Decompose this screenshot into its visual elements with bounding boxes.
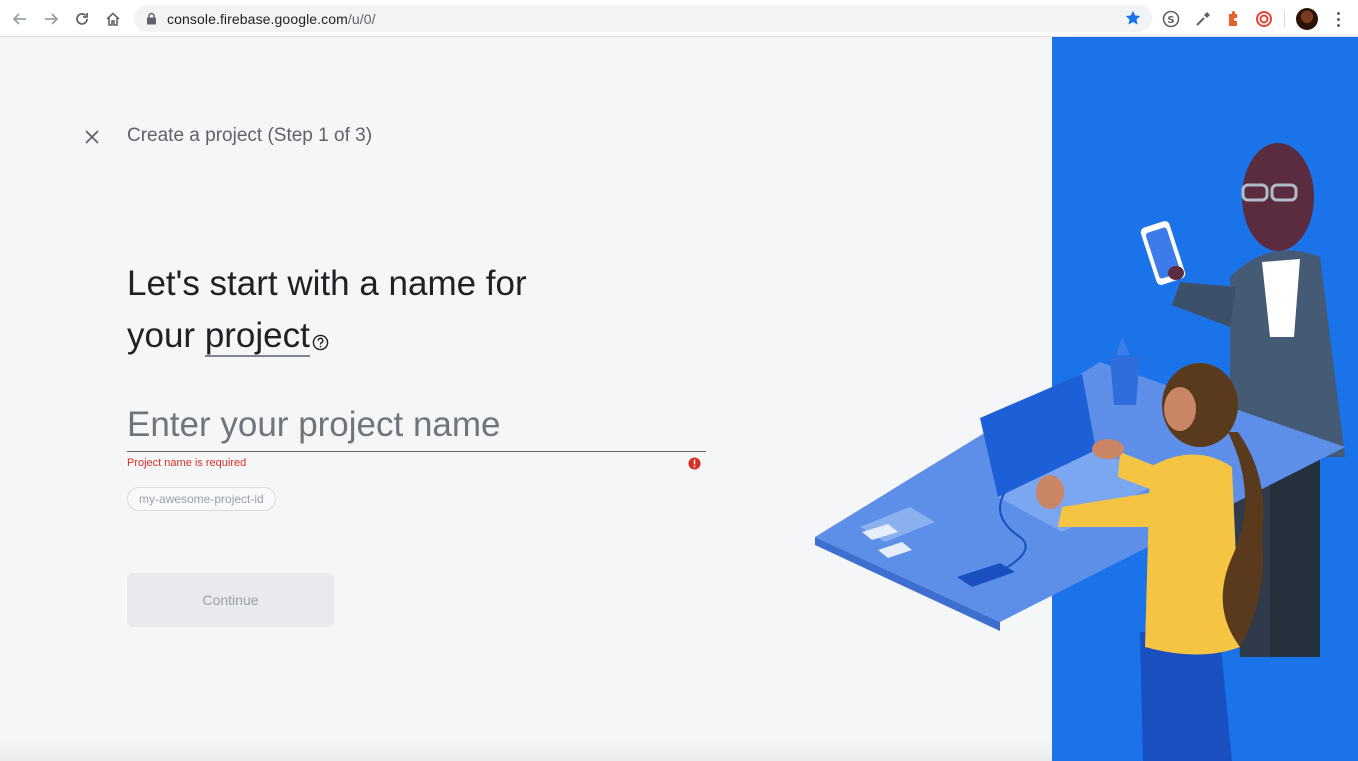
browser-menu-icon[interactable] — [1332, 8, 1344, 30]
error-message: Project name is required — [127, 457, 247, 469]
svg-text:S: S — [1167, 15, 1174, 26]
bookmark-star-icon[interactable] — [1124, 9, 1142, 32]
continue-button[interactable]: Continue — [127, 573, 334, 627]
close-icon[interactable] — [80, 125, 104, 149]
step-title: Create a project (Step 1 of 3) — [127, 125, 373, 146]
address-bar[interactable]: console.firebase.google.com/u/0/ — [134, 5, 1152, 32]
skype-extension-icon[interactable]: S — [1160, 8, 1182, 30]
project-id-chip[interactable]: my-awesome-project-id — [127, 487, 276, 511]
heading-line-2-prefix: your — [127, 316, 205, 355]
url-host: console.firebase.google.com — [167, 11, 348, 27]
help-icon[interactable] — [312, 314, 329, 366]
puzzle-extension-icon[interactable] — [1222, 8, 1244, 30]
browser-toolbar: console.firebase.google.com/u/0/ S — [0, 0, 1358, 37]
url-path: /u/0/ — [347, 11, 376, 27]
heading-line-1: Let's start with a name for — [127, 264, 527, 303]
profile-avatar[interactable] — [1296, 8, 1318, 30]
page-heading: Let's start with a name for your project — [127, 258, 647, 366]
project-name-input[interactable] — [127, 398, 706, 452]
reload-icon[interactable] — [71, 8, 93, 30]
forward-icon[interactable] — [40, 8, 62, 30]
eyedropper-extension-icon[interactable] — [1192, 8, 1214, 30]
home-icon[interactable] — [102, 8, 124, 30]
project-term-link[interactable]: project — [204, 316, 310, 357]
url-text: console.firebase.google.com/u/0/ — [167, 11, 376, 27]
pocket-extension-icon[interactable] — [1253, 8, 1275, 30]
error-icon — [688, 457, 701, 475]
people-at-desk-illustration — [815, 143, 1345, 761]
back-icon[interactable] — [9, 8, 31, 30]
toolbar-divider — [1284, 10, 1285, 28]
lock-icon — [146, 12, 157, 30]
